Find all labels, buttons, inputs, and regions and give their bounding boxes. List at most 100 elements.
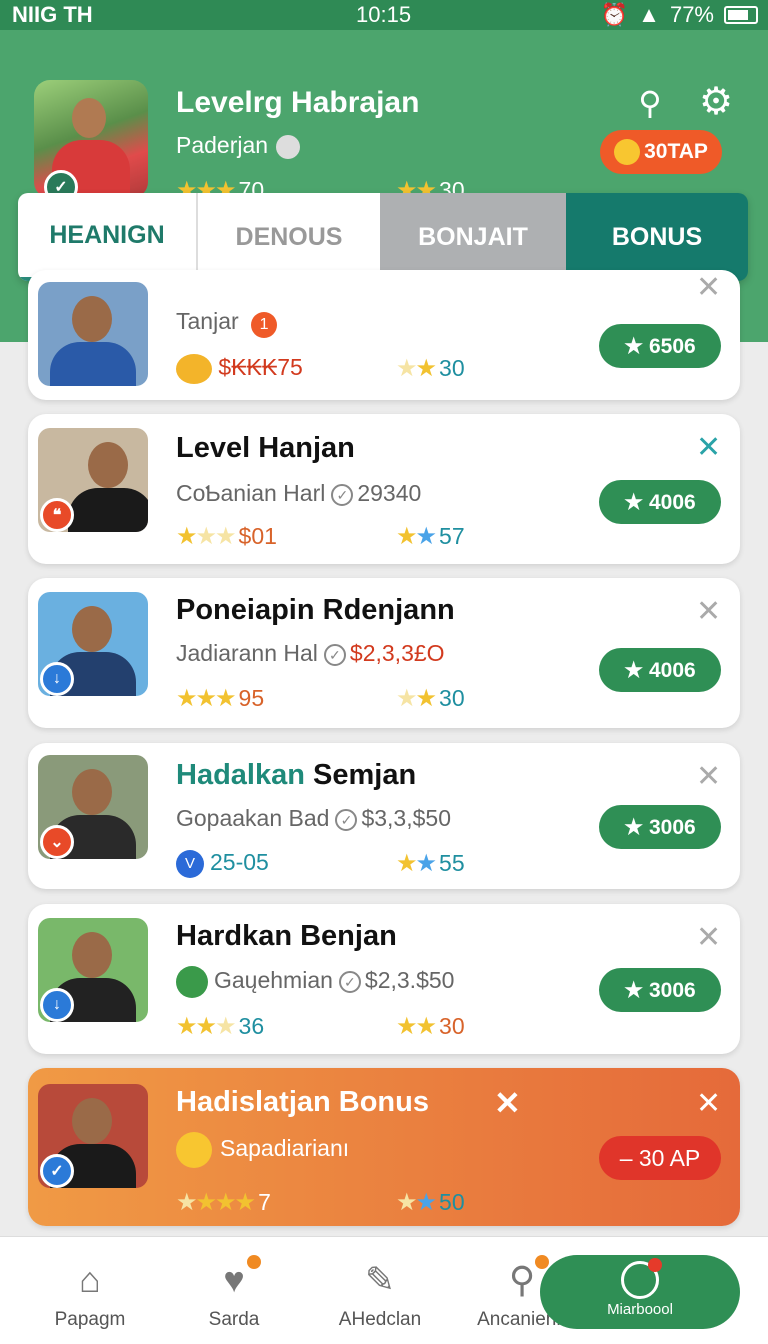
close-icon[interactable]: ✕ [696,1086,721,1121]
v-badge-icon: V [176,849,204,878]
check-icon: ✓ [323,643,346,666]
nav-home[interactable]: ⌂ Papagm [20,1257,160,1331]
item-title: Hardkan Benjan [176,920,397,952]
close-icon[interactable]: ✕ [494,1084,521,1122]
verified-check-icon: ✓ [40,1154,74,1188]
download-icon: ↓ [40,988,74,1022]
close-icon[interactable]: ✕ [696,430,721,465]
nav-sarda[interactable]: ♥ Sarda [164,1255,304,1331]
avatar [38,282,148,386]
check-icon: ✓ [338,971,361,993]
list-item[interactable]: ↓ Hardkan Benjan Gaųehmian ✓ $2,3.$50 ★★★ 3… [28,904,740,1054]
item-title: Hadalkan Semjan [176,759,417,791]
stars-icon: ★★ [396,685,437,712]
item-subtitle: Tanjar 1 [176,308,278,338]
avatar: ⌄ [38,755,148,859]
stars-icon: ★★ [396,1189,437,1216]
nav-messages-button[interactable]: Miarboool [540,1255,740,1329]
item-right-value: ★★ 55 [396,850,465,877]
stars-icon: ★★★★ [176,1189,256,1216]
item-left-value: $₭₭₭75 [176,354,303,384]
list-item[interactable]: Tanjar 1 $₭₭₭75 ★★ 30 ★ 6506 ✕ [28,270,740,400]
item-left-value: ★★★ $01 [176,523,277,550]
stars-icon: ★★ [396,850,437,877]
profile-subtitle: Paderjan [176,132,301,159]
item-left-value: V 25-05 [176,849,269,878]
tab-bonjait[interactable]: BONJAIT [380,193,566,281]
coin-icon [614,139,641,165]
cookie-icon [176,354,212,384]
stars-icon: ★★ [396,1013,437,1040]
item-subtitle: CoƄanian Harl ✓ 29340 [176,480,422,506]
list-item[interactable]: ⌄ Hadalkan Semjan Gopaakan Bad ✓ $3,3,$50 … [28,743,740,889]
coin-icon [276,134,301,159]
score-button[interactable]: ★ 3006 [599,968,721,1012]
profile-name: Levelrg Habrajan [176,86,420,119]
list-item[interactable]: ↓ Poneiapin Rdenjann Jadiarann Hal ✓ $2,3,… [28,578,740,728]
avatar: ✓ [38,1084,148,1188]
close-icon[interactable]: ✕ [696,920,721,955]
tab-bar: HEANIGN DENOUS BONJAIT BONUS [18,193,748,281]
score-button[interactable]: ★ 4006 [599,648,721,692]
home-icon: ⌂ [79,1259,101,1300]
pin-icon[interactable]: ⚲ [632,84,668,124]
bonus-card[interactable]: ✓ Hadislatjan Bonus ✕ Sapadiarianı ★★★★ 7… [28,1068,740,1226]
tab-denous[interactable]: DENOUS [196,193,380,281]
battery-percent: 77% [669,2,714,27]
status-bar: NIIG TH 10:15 ⏰ ▲ 77% [0,0,768,30]
download-icon: ↓ [40,662,74,696]
score-button[interactable]: ★ 6506 [599,324,721,368]
item-right-value: ★★ 50 [396,1189,465,1216]
bonus-ap-button[interactable]: – 30 AP [599,1136,721,1180]
stars-icon: ★★ [396,523,437,550]
search-icon: ⚲ [499,1255,549,1303]
chevron-down-icon: ⌄ [40,825,74,859]
close-icon[interactable]: ✕ [696,270,721,305]
item-subtitle: Gaųehmian ✓ $2,3.$50 [176,966,454,998]
item-title: Poneiapin Rdenjann [176,594,455,626]
nav-edit[interactable]: ✎ AHedclan [310,1257,450,1331]
tap-bonus-button[interactable]: 30TAP [600,130,722,174]
score-button[interactable]: ★ 4006 [599,480,721,524]
profile-avatar[interactable]: ✓ [34,80,148,198]
stars-icon: ★★★ [176,523,237,550]
item-subtitle: Sapadiarianı [176,1132,349,1168]
stars-icon: ★★★ [176,685,237,712]
stars-icon: ★★★ [176,1013,236,1040]
item-right-value: ★★ 30 [396,1013,465,1040]
close-icon[interactable]: ✕ [696,594,721,629]
pencil-icon [176,966,208,998]
emoji-icon [176,1132,212,1168]
item-subtitle: Gopaakan Bad ✓ $3,3,$50 [176,805,451,831]
pencil-icon: ✎ [364,1259,396,1300]
list-item[interactable]: ❝ Level Hanjan CoƄanian Harl ✓ 29340 ★★★ $0… [28,414,740,564]
tab-heanign[interactable]: HEANIGN [18,193,196,281]
bonus-title: Hadislatjan Bonus [176,1086,429,1118]
avatar: ❝ [38,428,148,532]
chat-icon [621,1258,662,1299]
item-subtitle: Jadiarann Hal ✓ $2,3,3£O [176,640,445,666]
item-title: Level Hanjan [176,432,355,464]
item-right-value: ★★ 30 [396,355,465,382]
heart-icon: ♥ [211,1255,261,1303]
score-button[interactable]: ★ 3006 [599,805,721,849]
item-left-value: ★★★ 95 [176,685,265,712]
status-icons: ⏰ ▲ 77% [601,2,758,28]
alarm-icon: ⏰ [600,2,629,27]
signal-icon: ▲ [638,2,660,27]
avatar: ↓ [38,918,148,1022]
item-right-value: ★★ 57 [396,523,465,550]
item-right-value: ★★ 30 [396,685,465,712]
stars-icon: ★★ [396,355,437,382]
gear-icon[interactable]: ⚙ [696,82,736,122]
close-icon[interactable]: ✕ [696,759,721,794]
tab-bonus[interactable]: BONUS [566,193,748,281]
check-icon: ✓ [331,483,354,506]
carrier-label: NIIG TH [12,2,93,27]
heart-icon: ❝ [40,498,74,532]
item-left-value: ★★★ 36 [176,1013,265,1040]
clock: 10:15 [356,2,412,27]
avatar: ↓ [38,592,148,696]
bottom-nav: ⌂ Papagm ♥ Sarda ✎ AHedclan ⚲ Ancanienn … [0,1236,768,1344]
battery-icon [724,6,758,24]
